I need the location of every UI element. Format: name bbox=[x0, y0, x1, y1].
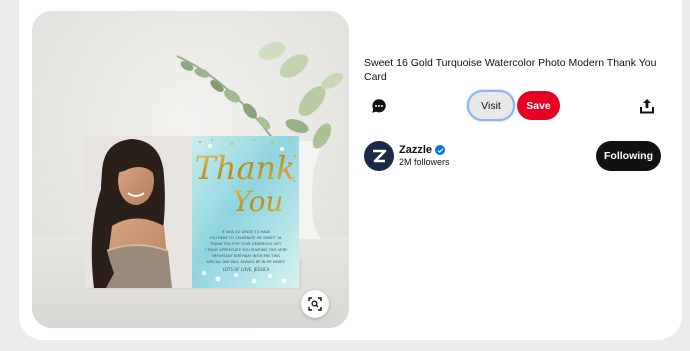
save-button[interactable]: Save bbox=[517, 91, 560, 120]
visit-button[interactable]: Visit bbox=[467, 90, 515, 121]
pin-image[interactable]: Thank You IT WAS SO GREAT TO HAVE YOU HE… bbox=[32, 11, 349, 328]
follower-count: 2M followers bbox=[399, 157, 450, 167]
pin-title: Sweet 16 Gold Turquoise Watercolor Photo… bbox=[364, 57, 657, 83]
card-message-line: I TRULY APPRECIATE YOU SHARING THIS VERY bbox=[205, 248, 288, 252]
comment-icon bbox=[372, 99, 386, 113]
you-text: You bbox=[233, 185, 284, 218]
verified-icon bbox=[435, 145, 446, 155]
creator-name[interactable]: Zazzle bbox=[399, 144, 446, 156]
visual-search-button[interactable] bbox=[301, 290, 329, 318]
visual-search-icon bbox=[308, 297, 322, 311]
share-icon bbox=[640, 99, 654, 114]
creator-name-label: Zazzle bbox=[399, 144, 433, 156]
avatar[interactable] bbox=[364, 141, 394, 171]
comment-button[interactable] bbox=[369, 96, 389, 116]
card-message-line: IT WAS SO GREAT TO HAVE bbox=[222, 230, 272, 234]
thank-text: Thank bbox=[194, 149, 295, 187]
zazzle-logo-icon bbox=[373, 149, 387, 163]
share-button[interactable] bbox=[638, 96, 656, 116]
pin-photo: Thank You IT WAS SO GREAT TO HAVE YOU HE… bbox=[32, 11, 349, 328]
card-signoff: LOTS OF LOVE, JESSICA bbox=[223, 267, 270, 272]
card-message-line: THANK YOU FOR YOUR GENEROUS GIFT. bbox=[209, 242, 282, 246]
following-button[interactable]: Following bbox=[596, 141, 661, 171]
card-message-line: SPECIAL DAY WILL ALWAYS BE IN MY HEART. bbox=[207, 260, 286, 264]
card-message-line: IMPORTANT BIRTHDAY WITH ME! THIS bbox=[212, 254, 280, 258]
card-message-line: YOU HERE TO CELEBRATE MY SWEET 16. bbox=[209, 236, 282, 240]
